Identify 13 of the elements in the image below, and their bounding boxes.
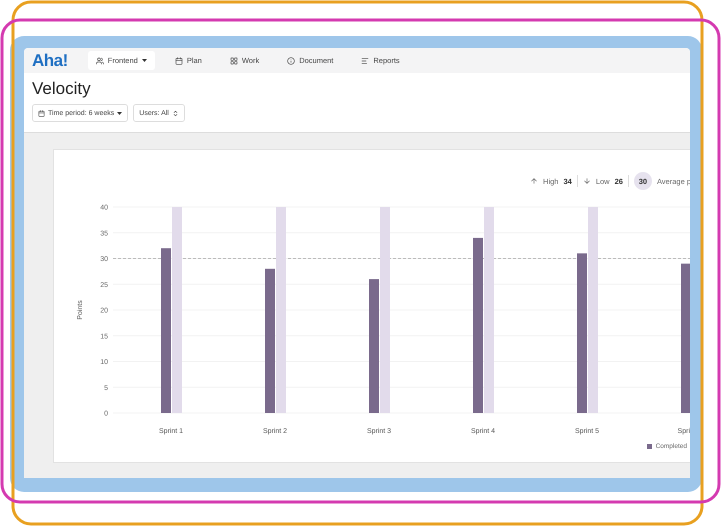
calendar-icon xyxy=(174,56,183,64)
info-icon xyxy=(287,56,296,64)
caret-icon xyxy=(117,112,122,114)
grid-icon xyxy=(230,56,238,64)
arrow-down-icon xyxy=(582,177,591,185)
caret-icon xyxy=(142,59,147,62)
logo[interactable]: Aha! xyxy=(32,50,68,70)
list-icon xyxy=(361,56,370,64)
page-title: Velocity xyxy=(32,79,92,99)
calendar-icon xyxy=(38,110,45,116)
users-icon xyxy=(96,56,104,64)
sort-icon xyxy=(172,110,179,116)
arrow-up-icon xyxy=(530,177,538,185)
